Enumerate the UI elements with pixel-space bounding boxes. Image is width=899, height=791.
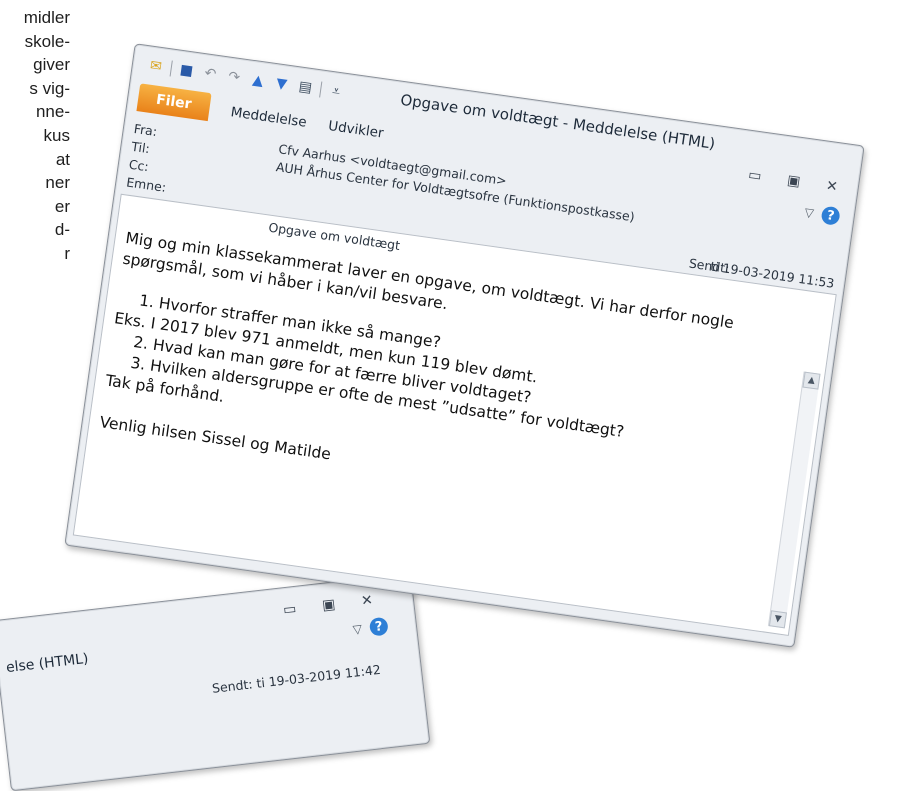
background-text-line: er xyxy=(54,196,70,216)
maximize-icon[interactable]: ▣ xyxy=(321,596,336,613)
message-text: Mig og min klassekammerat laver en opgav… xyxy=(98,228,793,527)
chevron-icon[interactable]: ▽ xyxy=(352,622,363,637)
toolbar-divider xyxy=(319,81,323,98)
sent-field: Sendt: ti 19-03-2019 11:42 xyxy=(211,662,381,696)
window-controls: ▭ ▣ ✕ xyxy=(747,167,839,195)
help-row: ▽ ? xyxy=(352,616,389,639)
customize-icon[interactable]: ⩡ xyxy=(326,81,346,101)
cc-label: Cc: xyxy=(127,156,150,175)
down-arrow-icon[interactable]: ▼ xyxy=(271,74,291,94)
background-text-line: midler xyxy=(23,8,70,27)
close-icon[interactable]: ✕ xyxy=(360,592,373,609)
background-text-line: s vig- xyxy=(29,78,70,98)
email-window: ✉ ■ ↶ ↷ ▲ ▼ ▤ ⩡ Opgave om voldtægt - Med… xyxy=(64,43,865,648)
help-icon[interactable]: ? xyxy=(368,616,389,637)
background-text-line: skole- xyxy=(24,31,70,51)
background-text-column: midler skole- giver s vig- nne- kus at n… xyxy=(0,6,70,266)
undo-icon[interactable]: ↶ xyxy=(200,64,220,84)
envelope-icon: ✉ xyxy=(148,57,163,76)
tab-file[interactable]: Filer xyxy=(136,83,212,122)
window-controls: ▭ ▣ ✕ xyxy=(282,592,373,618)
background-text-line: r xyxy=(64,243,70,263)
background-text-line: at xyxy=(55,149,70,169)
redo-icon[interactable]: ↷ xyxy=(224,67,244,87)
window-title: Opgave om voldtægt - Meddelelse (HTML) xyxy=(399,90,717,153)
save-icon[interactable]: ■ xyxy=(176,60,196,80)
up-arrow-icon[interactable]: ▲ xyxy=(248,70,268,90)
email-window-secondary: ▭ ▣ ✕ else (HTML) ▽ ? Sendt: ti 19-03-20… xyxy=(0,572,431,791)
tab-developer[interactable]: Udvikler xyxy=(327,118,384,146)
maximize-icon[interactable]: ▣ xyxy=(786,172,801,190)
minimize-icon[interactable]: ▭ xyxy=(282,601,297,618)
tab-message[interactable]: Meddelelse xyxy=(229,104,308,134)
scroll-up-button[interactable]: ▲ xyxy=(802,371,821,390)
subject-label: Emne: xyxy=(125,174,168,195)
background-text-line: kus xyxy=(43,125,70,145)
scroll-down-button[interactable]: ▼ xyxy=(768,610,787,629)
minimize-icon[interactable]: ▭ xyxy=(747,167,762,185)
background-text-line: nne- xyxy=(35,102,70,122)
from-label: Fra: xyxy=(132,120,159,140)
background-text-line: ner xyxy=(45,173,70,193)
background-text-line: d- xyxy=(54,220,70,240)
to-label: Til: xyxy=(130,138,151,157)
print-preview-icon[interactable]: ▤ xyxy=(295,77,315,97)
background-text-line: giver xyxy=(33,55,70,75)
sent-value: ti 19-03-2019 11:42 xyxy=(255,661,382,691)
toolbar-divider xyxy=(169,60,173,77)
window-title: else (HTML) xyxy=(5,650,90,677)
close-icon[interactable]: ✕ xyxy=(825,178,839,195)
